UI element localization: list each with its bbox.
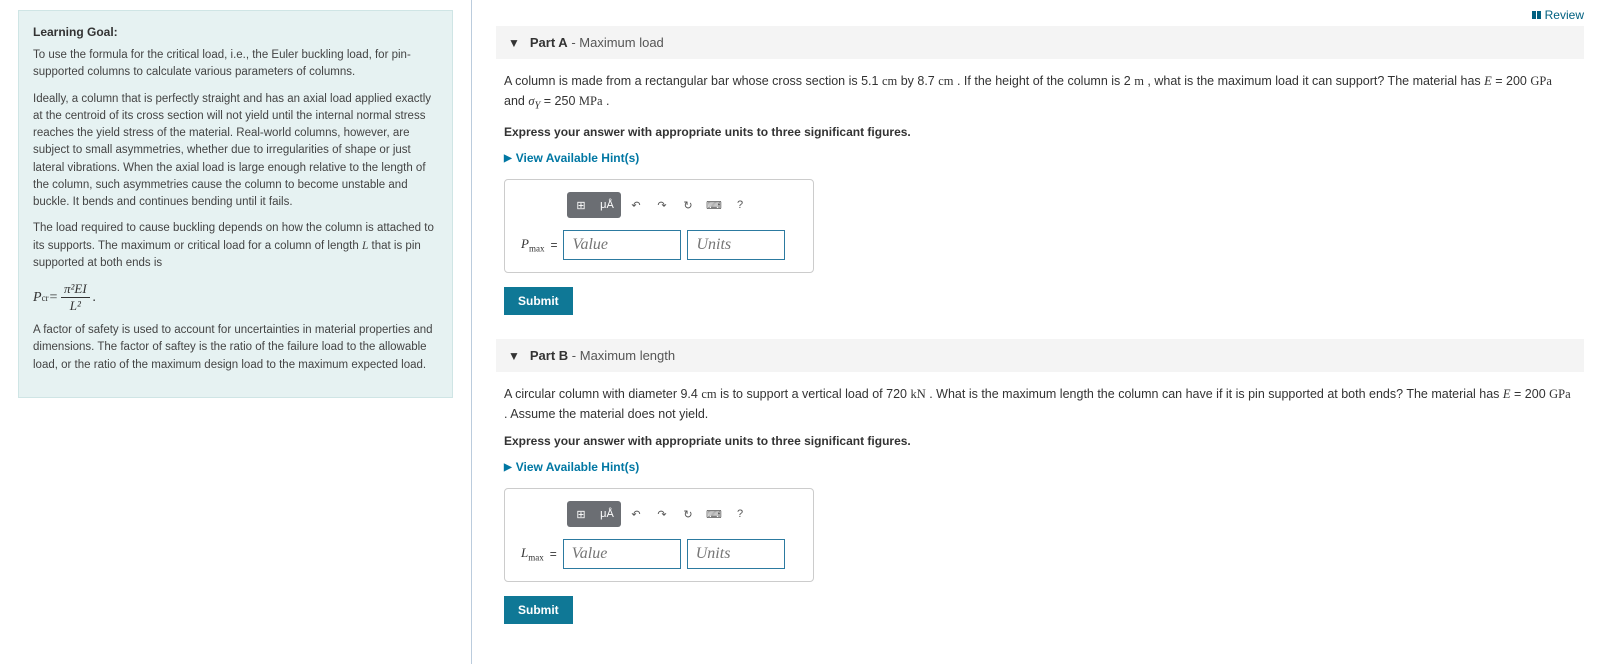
part-b-question: A circular column with diameter 9.4 cm i… bbox=[504, 384, 1576, 424]
part-a-body: A column is made from a rectangular bar … bbox=[496, 71, 1584, 339]
part-b-answer-box: ⊞ μÅ ↶ ↷ ↻ ⌨ ? Lmax = bbox=[504, 488, 814, 582]
part-b-instruction: Express your answer with appropriate uni… bbox=[504, 434, 1576, 448]
value-input[interactable] bbox=[563, 539, 681, 569]
units-input[interactable] bbox=[687, 539, 785, 569]
collapse-icon[interactable]: ▼ bbox=[508, 349, 520, 363]
templates-button[interactable]: ⊞ bbox=[569, 503, 593, 525]
var-label: Lmax bbox=[521, 545, 544, 563]
learning-goal-p1: To use the formula for the critical load… bbox=[33, 47, 438, 82]
units-button[interactable]: μÅ bbox=[595, 194, 619, 216]
learning-goal-p3: The load required to cause buckling depe… bbox=[33, 220, 438, 272]
part-a-answer-box: ⊞ μÅ ↶ ↷ ↻ ⌨ ? Pmax = bbox=[504, 179, 814, 273]
left-panel: Learning Goal: To use the formula for th… bbox=[0, 0, 472, 664]
value-input[interactable] bbox=[563, 230, 681, 260]
reset-button[interactable]: ↻ bbox=[677, 501, 699, 527]
help-button[interactable]: ? bbox=[729, 501, 751, 527]
answer-toolbar: ⊞ μÅ ↶ ↷ ↻ ⌨ ? bbox=[521, 192, 797, 218]
learning-goal-p4: A factor of safety is used to account fo… bbox=[33, 322, 438, 374]
part-a-question: A column is made from a rectangular bar … bbox=[504, 71, 1576, 115]
learning-goal-box: Learning Goal: To use the formula for th… bbox=[18, 10, 453, 398]
submit-button[interactable]: Submit bbox=[504, 287, 573, 315]
learning-goal-heading: Learning Goal: bbox=[33, 25, 438, 39]
euler-formula: Pcr = π²EI L² . bbox=[33, 281, 438, 314]
undo-button[interactable]: ↶ bbox=[625, 501, 647, 527]
keyboard-button[interactable]: ⌨ bbox=[703, 501, 725, 527]
submit-button[interactable]: Submit bbox=[504, 596, 573, 624]
redo-button[interactable]: ↷ bbox=[651, 192, 673, 218]
part-b-header: ▼ Part B - Maximum length bbox=[496, 339, 1584, 372]
collapse-icon[interactable]: ▼ bbox=[508, 36, 520, 50]
review-link[interactable]: Review bbox=[496, 8, 1584, 26]
var-label: Pmax bbox=[521, 236, 544, 254]
units-button[interactable]: μÅ bbox=[595, 503, 619, 525]
part-a-instruction: Express your answer with appropriate uni… bbox=[504, 125, 1576, 139]
right-panel: Review ▼ Part A - Maximum load A column … bbox=[472, 0, 1600, 664]
review-icon bbox=[1532, 11, 1541, 19]
reset-button[interactable]: ↻ bbox=[677, 192, 699, 218]
answer-toolbar: ⊞ μÅ ↶ ↷ ↻ ⌨ ? bbox=[521, 501, 797, 527]
part-a-header: ▼ Part A - Maximum load bbox=[496, 26, 1584, 59]
redo-button[interactable]: ↷ bbox=[651, 501, 673, 527]
undo-button[interactable]: ↶ bbox=[625, 192, 647, 218]
part-b-body: A circular column with diameter 9.4 cm i… bbox=[496, 384, 1584, 648]
part-b-hints-link[interactable]: View Available Hint(s) bbox=[504, 460, 1576, 474]
templates-button[interactable]: ⊞ bbox=[569, 194, 593, 216]
learning-goal-p2: Ideally, a column that is perfectly stra… bbox=[33, 91, 438, 212]
keyboard-button[interactable]: ⌨ bbox=[703, 192, 725, 218]
units-input[interactable] bbox=[687, 230, 785, 260]
part-a-hints-link[interactable]: View Available Hint(s) bbox=[504, 151, 1576, 165]
help-button[interactable]: ? bbox=[729, 192, 751, 218]
